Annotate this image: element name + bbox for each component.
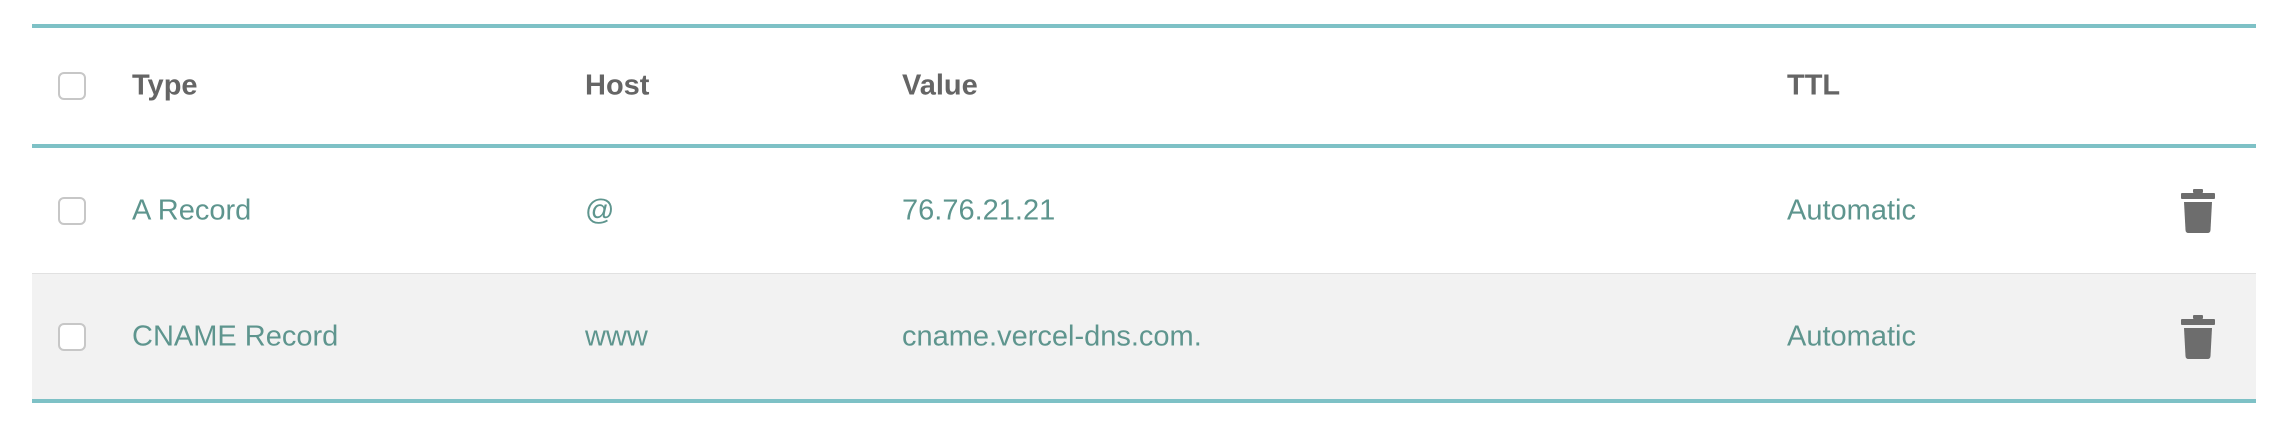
table-row: CNAME Record www cname.vercel-dns.com. A…: [32, 273, 2256, 399]
dns-records-table: Type Host Value TTL A Record @ 76.76.21.…: [32, 24, 2256, 403]
select-all-checkbox[interactable]: [58, 72, 86, 100]
trash-icon: [2181, 188, 2215, 233]
record-value-cell: 76.76.21.21: [902, 194, 1056, 226]
table-row: A Record @ 76.76.21.21 Automatic: [32, 148, 2256, 273]
row-select-checkbox[interactable]: [58, 196, 86, 225]
record-ttl-cell: Automatic: [1787, 194, 1916, 226]
trash-icon: [2181, 314, 2215, 359]
record-ttl-cell: Automatic: [1787, 320, 1916, 352]
record-host-cell: @: [585, 194, 615, 226]
column-header-type[interactable]: Type: [132, 70, 198, 103]
row-select-checkbox[interactable]: [58, 322, 86, 351]
record-type-cell: CNAME Record: [132, 320, 339, 352]
delete-record-button[interactable]: [2180, 314, 2216, 359]
record-value-cell: cname.vercel-dns.com.: [902, 320, 1202, 352]
record-type-cell: A Record: [132, 194, 252, 226]
table-header-row: Type Host Value TTL: [32, 28, 2256, 148]
delete-record-button[interactable]: [2180, 188, 2216, 233]
column-header-host[interactable]: Host: [585, 70, 649, 103]
column-header-value[interactable]: Value: [902, 70, 978, 103]
column-header-ttl[interactable]: TTL: [1787, 70, 1840, 103]
record-host-cell: www: [585, 320, 648, 352]
